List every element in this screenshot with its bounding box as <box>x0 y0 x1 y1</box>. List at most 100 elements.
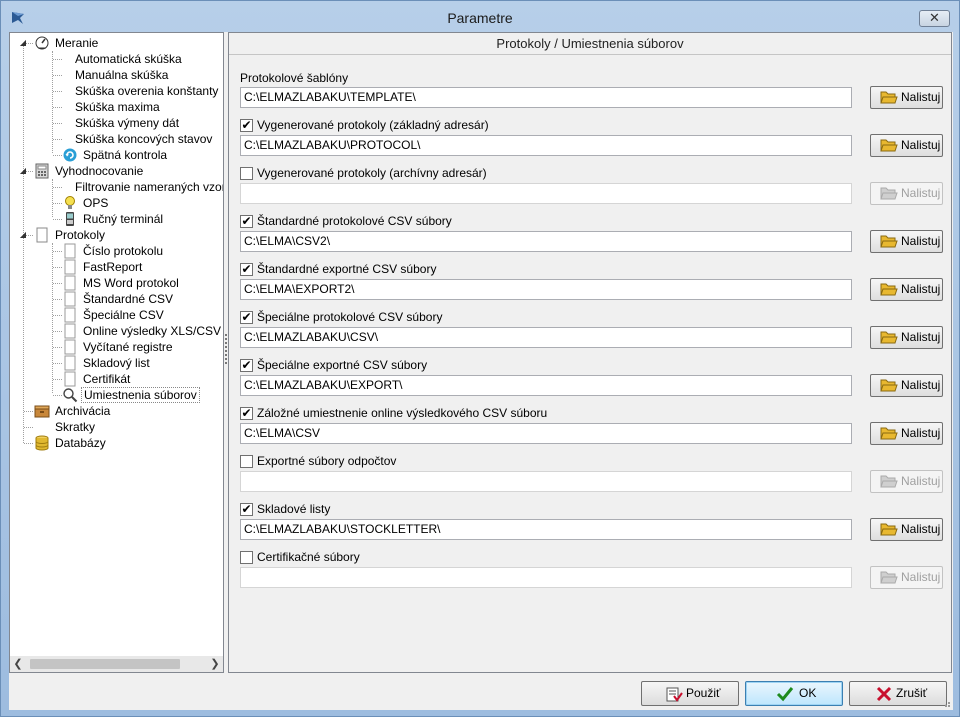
checkbox[interactable]: ✔ <box>240 263 253 276</box>
path-input[interactable]: C:\ELMAZLABAKU\CSV\ <box>240 327 852 348</box>
tree-item[interactable]: Číslo protokolu <box>10 243 223 259</box>
close-button[interactable]: ✕ <box>919 10 950 27</box>
expand-arrow-icon[interactable]: ◢ <box>18 227 28 243</box>
title-bar[interactable]: Parametre ✕ <box>1 1 959 31</box>
scroll-thumb[interactable] <box>30 659 180 669</box>
path-input[interactable]: C:\ELMAZLABAKU\EXPORT\ <box>240 375 852 396</box>
folder-icon <box>880 379 898 392</box>
tree-item[interactable]: Skúška maxima <box>10 99 223 115</box>
tree-item[interactable]: Spätná kontrola <box>10 147 223 163</box>
tree-item-label: Meranie <box>55 36 99 50</box>
tree-item[interactable]: Ručný terminál <box>10 211 223 227</box>
browse-button-label: Nalistuj <box>901 474 941 488</box>
tree-item[interactable]: OPS <box>10 195 223 211</box>
section-checkbox-row[interactable]: ✔ Záložné umiestnenie online výsledkového… <box>240 407 840 421</box>
checkbox[interactable] <box>240 455 253 468</box>
tree-item-label: Skladový list <box>83 356 150 370</box>
gauge-icon <box>35 36 49 50</box>
checkbox[interactable] <box>240 551 253 564</box>
browse-button[interactable]: Nalistuj <box>870 134 943 157</box>
checkbox-label: Certifikačné súbory <box>257 550 360 564</box>
tree-item-label: Filtrovanie nameraných vzoriek <box>75 180 223 194</box>
tree-item-label: Manuálna skúška <box>75 68 169 82</box>
path-input[interactable]: C:\ELMA\CSV2\ <box>240 231 852 252</box>
apply-button[interactable]: Použiť <box>641 681 739 706</box>
tree-item[interactable]: Certifikát <box>10 371 223 387</box>
section-checkbox-row[interactable]: ✔ Špeciálne exportné CSV súbory <box>240 359 840 373</box>
browse-button-label: Nalistuj <box>901 90 941 104</box>
database-icon <box>35 435 49 451</box>
scroll-left-icon[interactable]: ❮ <box>10 656 26 672</box>
expand-arrow-icon[interactable]: ◢ <box>18 163 28 179</box>
resize-grip-icon[interactable] <box>941 698 951 708</box>
tree-item[interactable]: ◢ Meranie <box>10 35 223 51</box>
browse-button-label: Nalistuj <box>901 186 941 200</box>
tree-item[interactable]: Automatická skúška <box>10 51 223 67</box>
tree-item[interactable]: Skladový list <box>10 355 223 371</box>
ok-button-label: OK <box>799 686 817 700</box>
checkbox[interactable]: ✔ <box>240 359 253 372</box>
tree-item[interactable]: Manuálna skúška <box>10 67 223 83</box>
tree-item[interactable]: Vyčítané registre <box>10 339 223 355</box>
path-input[interactable]: C:\ELMA\EXPORT2\ <box>240 279 852 300</box>
tree-item[interactable]: Archivácia <box>10 403 223 419</box>
path-input[interactable]: C:\ELMAZLABAKU\STOCKLETTER\ <box>240 519 852 540</box>
ok-button[interactable]: OK <box>745 681 843 706</box>
tree-item[interactable]: Skúška koncových stavov <box>10 131 223 147</box>
tree-item[interactable]: Skúška výmeny dát <box>10 115 223 131</box>
scroll-right-icon[interactable]: ❯ <box>207 656 223 672</box>
browse-button[interactable]: Nalistuj <box>870 326 943 349</box>
horizontal-scrollbar[interactable]: ❮ ❯ <box>10 656 223 672</box>
tree-item[interactable]: Online výsledky XLS/CSV <box>10 323 223 339</box>
cancel-button[interactable]: Zrušiť <box>849 681 947 706</box>
section-checkbox-row[interactable]: Exportné súbory odpočtov <box>240 455 840 469</box>
checkbox[interactable]: ✔ <box>240 311 253 324</box>
checkbox-label: Štandardné protokolové CSV súbory <box>257 214 452 228</box>
tree-item-label: Skúška overenia konštanty <box>75 84 219 98</box>
section-checkbox-row[interactable]: ✔ Skladové listy <box>240 503 840 517</box>
browse-button[interactable]: Nalistuj <box>870 86 943 109</box>
browse-button[interactable]: Nalistuj <box>870 374 943 397</box>
path-input[interactable]: C:\ELMA\CSV <box>240 423 852 444</box>
tree-item[interactable]: Skratky <box>10 419 223 435</box>
tree-item-label: Archivácia <box>55 404 111 418</box>
checkbox[interactable]: ✔ <box>240 407 253 420</box>
tree-item[interactable]: Filtrovanie nameraných vzoriek <box>10 179 223 195</box>
tree-item[interactable]: Skúška overenia konštanty <box>10 83 223 99</box>
tree-item-label: OPS <box>83 196 109 210</box>
checkbox[interactable] <box>240 167 253 180</box>
tree-item-label: Skúška výmeny dát <box>75 116 180 130</box>
path-input[interactable]: C:\ELMAZLABAKU\PROTOCOL\ <box>240 135 852 156</box>
expand-arrow-icon[interactable]: ◢ <box>18 35 28 51</box>
page-icon <box>64 355 76 371</box>
page-icon <box>64 275 76 291</box>
tree-item-label: FastReport <box>83 260 143 274</box>
tree-item[interactable]: ◢ Vyhodnocovanie <box>10 163 223 179</box>
tree-item[interactable]: MS Word protokol <box>10 275 223 291</box>
section-checkbox-row[interactable]: ✔ Štandardné protokolové CSV súbory <box>240 215 840 229</box>
tree-item[interactable]: FastReport <box>10 259 223 275</box>
tree-item[interactable]: Špeciálne CSV <box>10 307 223 323</box>
checkbox[interactable]: ✔ <box>240 119 253 132</box>
checkbox-label: Špeciálne exportné CSV súbory <box>257 358 428 372</box>
tree-item[interactable]: ◢ Protokoly <box>10 227 223 243</box>
section-checkbox-row[interactable]: ✔ Špeciálne protokolové CSV súbory <box>240 311 840 325</box>
checkbox[interactable]: ✔ <box>240 503 253 516</box>
section-checkbox-row[interactable]: Vygenerované protokoly (archívny adresár… <box>240 167 840 181</box>
browse-button[interactable]: Nalistuj <box>870 422 943 445</box>
checkbox[interactable]: ✔ <box>240 215 253 228</box>
calculator-icon <box>35 163 49 179</box>
archive-icon <box>34 405 50 418</box>
browse-button[interactable]: Nalistuj <box>870 278 943 301</box>
section-checkbox-row[interactable]: ✔ Vygenerované protokoly (základný adresá… <box>240 119 840 133</box>
magnifier-icon <box>63 388 78 403</box>
tree-item[interactable]: Databázy <box>10 435 223 451</box>
browse-button[interactable]: Nalistuj <box>870 518 943 541</box>
tree-item[interactable]: Umiestnenia súborov <box>10 387 223 403</box>
tree-item[interactable]: Štandardné CSV <box>10 291 223 307</box>
section-checkbox-row[interactable]: Certifikačné súbory <box>240 551 840 565</box>
section-checkbox-row[interactable]: ✔ Štandardné exportné CSV súbory <box>240 263 840 277</box>
browse-button[interactable]: Nalistuj <box>870 230 943 253</box>
path-input[interactable]: C:\ELMAZLABAKU\TEMPLATE\ <box>240 87 852 108</box>
folder-icon <box>880 475 898 488</box>
